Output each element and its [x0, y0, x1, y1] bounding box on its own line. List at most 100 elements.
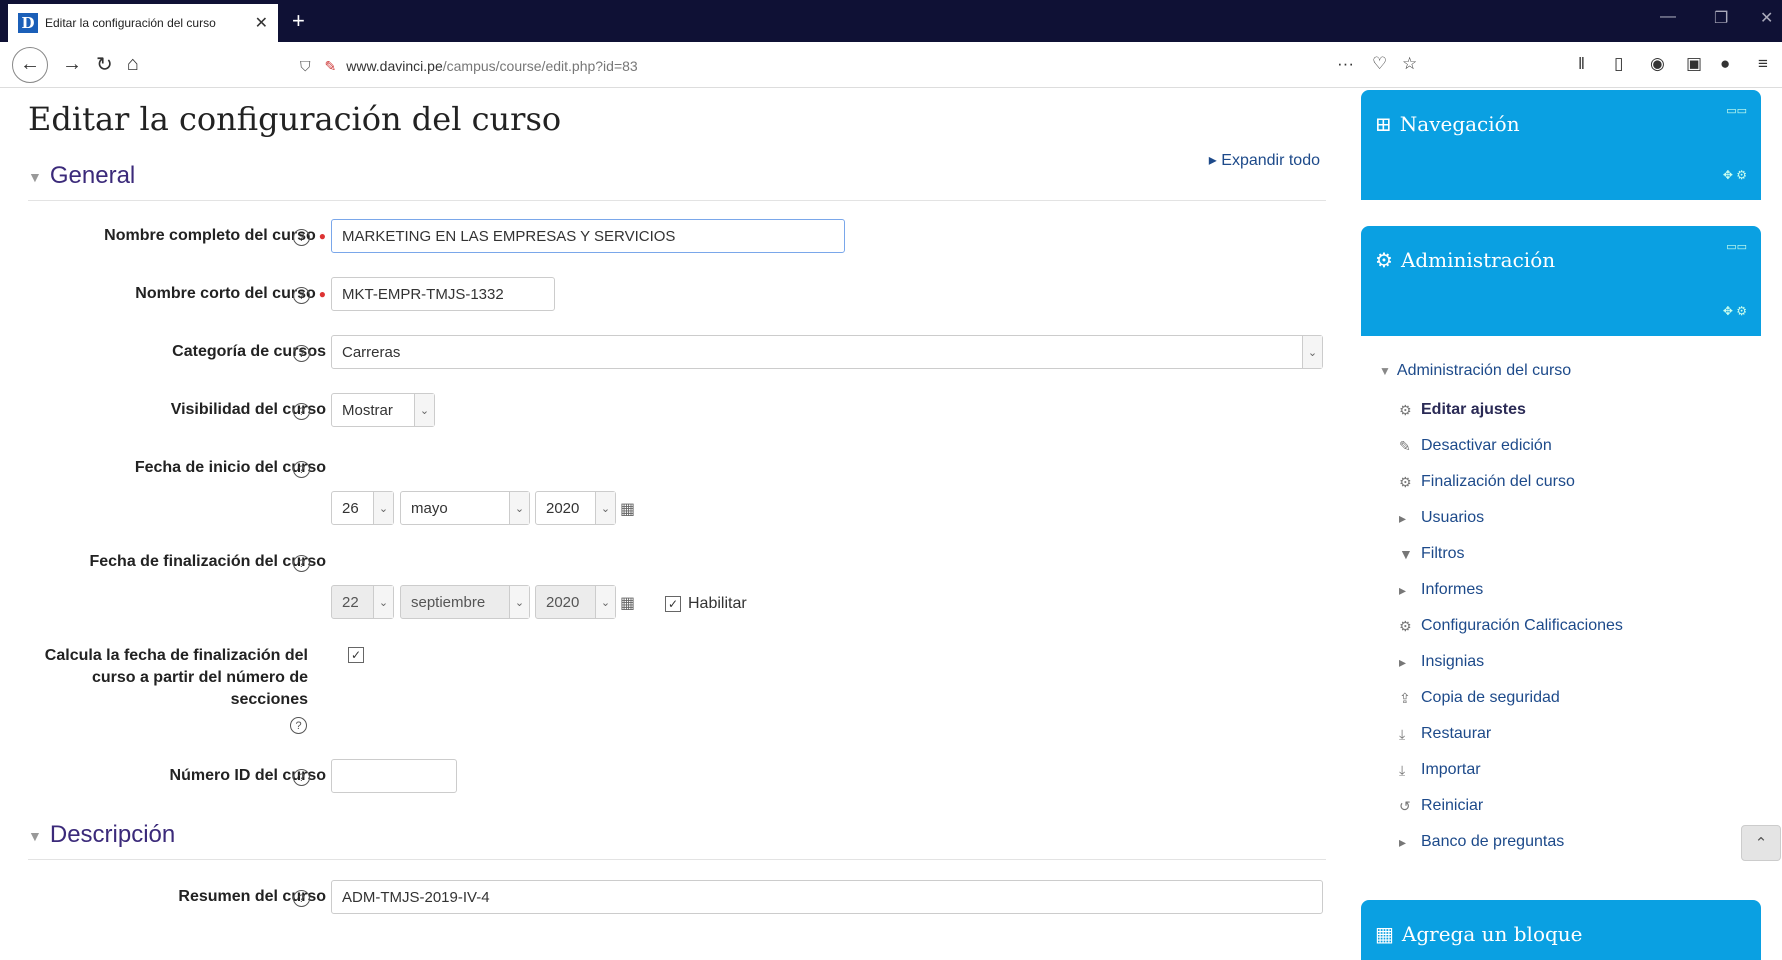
- end-month-select[interactable]: septiembre ⌄: [400, 585, 530, 619]
- sidebar-item-desactivar-edicion[interactable]: ✎ Desactivar edición: [1399, 428, 1761, 464]
- administration-block: ⚙ Administración ▭▭ ✥ ⚙: [1361, 226, 1761, 336]
- menu-icon[interactable]: ≡: [1758, 54, 1768, 74]
- download-icon: ⤓: [1399, 761, 1406, 778]
- reload-icon[interactable]: ↻: [96, 52, 113, 77]
- sidebar-item-label: Banco de preguntas: [1421, 833, 1565, 850]
- fullname-row: Nombre completo del curso ● ? MARKETING E…: [28, 219, 1326, 277]
- idnumber-input[interactable]: [331, 759, 457, 793]
- pocket-save-icon[interactable]: ▣: [1686, 54, 1702, 74]
- gear-icon: ⚙: [1399, 617, 1412, 634]
- calendar-icon[interactable]: ▦: [620, 499, 635, 519]
- sidebar-item-label: Insignias: [1421, 653, 1485, 670]
- dock-block-icon[interactable]: ▭▭: [1726, 104, 1747, 117]
- admin-course-label: Administración del curso: [1396, 362, 1572, 379]
- navigation-block-title[interactable]: ⊞ Navegación: [1375, 112, 1520, 136]
- help-icon[interactable]: ?: [293, 287, 310, 304]
- calc-enddate-row: Calcula la fecha de finalización del curs…: [28, 639, 1326, 759]
- sidebar-item-label: Configuración Calificaciones: [1421, 617, 1623, 634]
- sidebar-item-calificaciones[interactable]: ⚙ Configuración Calificaciones: [1399, 608, 1761, 644]
- start-year-select[interactable]: 2020 ⌄: [535, 491, 616, 525]
- restore-icon[interactable]: ❐: [1714, 8, 1728, 28]
- sidebar-item-label: Filtros: [1421, 545, 1465, 562]
- sidebar-item-banco-preguntas[interactable]: ▸ Banco de preguntas: [1399, 824, 1761, 860]
- start-day-select[interactable]: 26 ⌄: [331, 491, 394, 525]
- new-tab-icon[interactable]: +: [292, 8, 305, 34]
- move-block-icon[interactable]: ✥ ⚙: [1723, 168, 1747, 182]
- url-bar[interactable]: ⛉ ✎ www.davinci.pe/campus/course/edit.ph…: [300, 50, 1430, 82]
- idnumber-row: Número ID del curso ?: [28, 759, 1326, 821]
- end-year-select[interactable]: 2020 ⌄: [535, 585, 616, 619]
- sidebar-item-label: Copia de seguridad: [1421, 689, 1560, 706]
- more-actions-icon[interactable]: ···: [1337, 54, 1354, 74]
- home-icon[interactable]: ⌂: [127, 53, 139, 76]
- davinci-favicon-icon: D: [18, 13, 38, 33]
- calc-enddate-checkbox[interactable]: ✓: [348, 647, 364, 663]
- gears-icon: ⚙: [1375, 248, 1393, 272]
- help-icon[interactable]: ?: [290, 717, 307, 734]
- calendar-icon[interactable]: ▦: [620, 593, 635, 613]
- browser-tab[interactable]: D Editar la configuración del curso ✕: [8, 4, 278, 42]
- forward-icon[interactable]: →: [62, 53, 82, 76]
- close-window-icon[interactable]: ✕: [1760, 8, 1773, 28]
- dock-block-icon[interactable]: ▭▭: [1726, 240, 1747, 253]
- help-icon[interactable]: ?: [293, 769, 310, 786]
- calc-label-line-3: secciones: [230, 691, 308, 708]
- help-icon[interactable]: ?: [293, 555, 310, 572]
- sidebar-item-finalizacion[interactable]: ⚙ Finalización del curso: [1399, 464, 1761, 500]
- sidebar-item-editar-ajustes[interactable]: ⚙ Editar ajustes: [1399, 392, 1761, 428]
- add-block[interactable]: ▦ Agrega un bloque: [1361, 900, 1761, 960]
- visibility-select[interactable]: Mostrar ⌄: [331, 393, 435, 427]
- end-month-value: septiembre: [411, 593, 486, 611]
- sidebar-item-importar[interactable]: ⤓ Importar: [1399, 752, 1761, 788]
- filter-icon: ▼: [1399, 546, 1413, 562]
- sidebar-item-filtros[interactable]: ▼ Filtros: [1399, 536, 1761, 572]
- help-icon[interactable]: ?: [293, 890, 310, 907]
- minimize-icon[interactable]: —: [1660, 8, 1676, 26]
- end-year-value: 2020: [546, 593, 580, 611]
- help-icon[interactable]: ?: [293, 461, 310, 478]
- url-domain: www.davinci.pe: [346, 58, 443, 74]
- pocket-icon[interactable]: ♡: [1372, 54, 1387, 74]
- library-icon[interactable]: ‖: [1578, 54, 1585, 74]
- sidebar-item-usuarios[interactable]: ▸ Usuarios: [1399, 500, 1761, 536]
- sidebar-item-restaurar[interactable]: ⤓ Restaurar: [1399, 716, 1761, 752]
- admin-course-node[interactable]: ▼ Administración del curso: [1379, 362, 1761, 380]
- section-description-header[interactable]: ▼ Descripción: [28, 821, 1326, 860]
- back-icon[interactable]: ←: [12, 46, 48, 83]
- sidebar-item-reiniciar[interactable]: ↺ Reiniciar: [1399, 788, 1761, 824]
- summary-editor[interactable]: ADM-TMJS-2019-IV-4: [331, 880, 1323, 914]
- expand-all-label: Expandir todo: [1221, 152, 1320, 169]
- sidebar-item-informes[interactable]: ▸ Informes: [1399, 572, 1761, 608]
- sidebar-item-insignias[interactable]: ▸ Insignias: [1399, 644, 1761, 680]
- extension-icon[interactable]: ◉: [1650, 54, 1665, 74]
- download-icon: ⤓: [1399, 725, 1406, 742]
- gear-icon: ⚙: [1399, 401, 1412, 418]
- navigation-title: Navegación: [1399, 112, 1520, 136]
- caret-right-icon: ▸: [1399, 653, 1407, 670]
- enable-enddate-checkbox[interactable]: ✓: [665, 596, 681, 612]
- bookmark-star-icon[interactable]: ☆: [1402, 54, 1417, 74]
- help-icon[interactable]: ?: [293, 403, 310, 420]
- start-day-value: 26: [342, 499, 359, 517]
- category-select[interactable]: Carreras ⌄: [331, 335, 1323, 369]
- sidebar-item-label: Informes: [1421, 581, 1484, 598]
- sidebar-item-copia-seguridad[interactable]: ⇪ Copia de seguridad: [1399, 680, 1761, 716]
- help-icon[interactable]: ?: [293, 229, 310, 246]
- help-icon[interactable]: ?: [293, 345, 310, 362]
- calc-enddate-label: Calcula la fecha de finalización del curs…: [45, 645, 308, 711]
- close-tab-icon[interactable]: ✕: [255, 13, 268, 33]
- fullname-input[interactable]: MARKETING EN LAS EMPRESAS Y SERVICIOS: [331, 219, 845, 253]
- shortname-input[interactable]: MKT-EMPR-TMJS-1332: [331, 277, 555, 311]
- sidebar-toggle-icon[interactable]: ▯: [1614, 54, 1623, 74]
- end-day-select[interactable]: 22 ⌄: [331, 585, 394, 619]
- administration-block-title[interactable]: ⚙ Administración: [1375, 248, 1555, 272]
- scroll-to-top-button[interactable]: ⌃: [1741, 825, 1781, 861]
- insecure-icon: ✎: [324, 57, 337, 74]
- start-month-select[interactable]: mayo ⌄: [400, 491, 530, 525]
- grid-icon: ▦: [1375, 922, 1394, 946]
- account-icon[interactable]: ●: [1720, 54, 1730, 74]
- section-general-header[interactable]: ▼ General: [28, 162, 1326, 201]
- move-block-icon[interactable]: ✥ ⚙: [1723, 304, 1747, 318]
- summary-row: Resumen del curso ? ADM-TMJS-2019-IV-4: [28, 880, 1326, 938]
- expand-all-link[interactable]: ▸ Expandir todo: [1209, 150, 1320, 170]
